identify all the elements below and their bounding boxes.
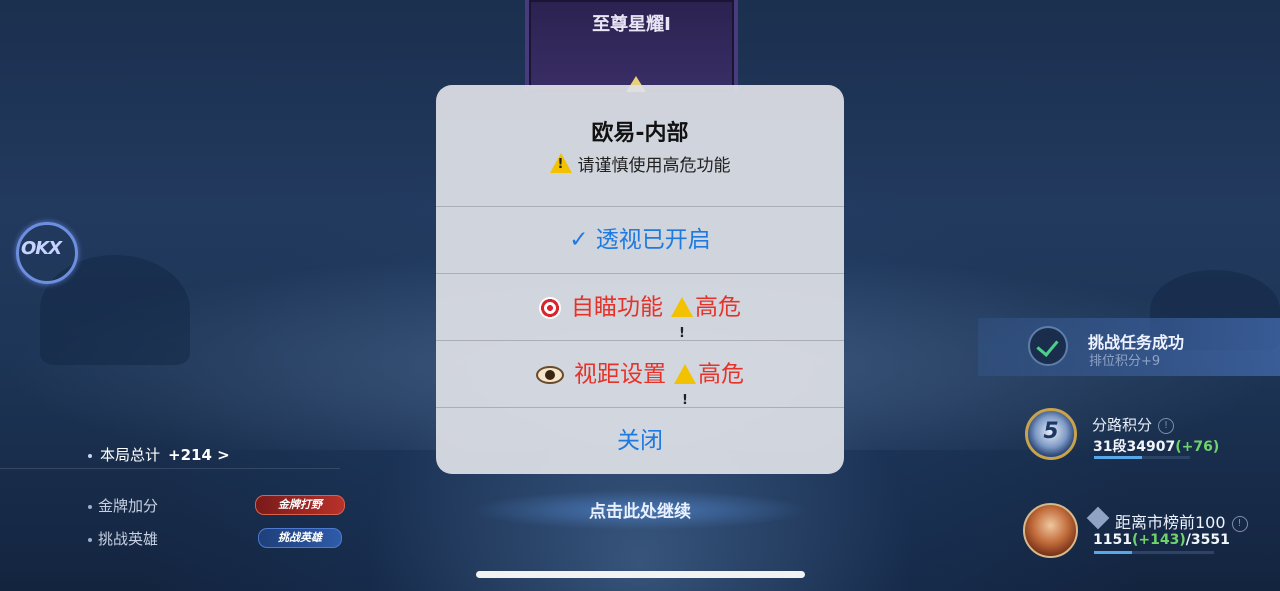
bullet-icon	[88, 537, 92, 542]
home-indicator[interactable]	[476, 571, 805, 578]
city-rank-title: 距离市榜前100!	[1115, 509, 1248, 533]
target-icon	[539, 296, 561, 319]
challenge-subtitle: 排位积分+9	[1089, 354, 1161, 369]
continue-prompt[interactable]: 点击此处继续	[540, 497, 740, 522]
lane-score-value: 31段34907(+76)	[1093, 436, 1219, 456]
warning-icon	[549, 153, 572, 173]
lane-score-number: 31段34907	[1093, 439, 1176, 455]
aimbot-button[interactable]: 自瞄功能 高危	[436, 273, 844, 367]
challenge-check-icon	[1028, 326, 1068, 366]
esp-toggle-button[interactable]: ✓ 透视已开启	[436, 206, 844, 272]
stat-row-challenge: 挑战英雄	[88, 528, 158, 549]
challenge-hero-badge: 挑战英雄	[258, 528, 342, 548]
fov-settings-button[interactable]: 视距设置 高危	[436, 340, 844, 434]
alert-title: 欧易-内部	[591, 121, 689, 146]
alert-dialog: 欧易-内部 请谨慎使用高危功能 ✓ 透视已开启 自瞄功能高危 视距设置高危 关闭	[436, 85, 844, 474]
aimbot-label: 自瞄功能	[571, 294, 663, 321]
city-rank-icon	[1086, 506, 1110, 530]
lane-score-bar	[1094, 456, 1190, 459]
info-icon[interactable]: !	[1231, 515, 1248, 532]
alert-header: 欧易-内部 请谨慎使用高危功能	[436, 85, 844, 206]
warning-icon	[671, 297, 693, 367]
lane-score-title: 分路积分!	[1092, 414, 1175, 435]
close-button[interactable]: 关闭	[436, 407, 844, 473]
fov-risk-tag: 高危	[698, 361, 744, 388]
city-score-delta: (+143)	[1131, 532, 1186, 548]
alert-message-text: 请谨慎使用高危功能	[577, 156, 731, 176]
bullet-icon	[88, 453, 92, 458]
lane-score-label: 分路积分	[1092, 416, 1153, 434]
city-score-total: /3551	[1185, 532, 1230, 548]
eye-icon	[536, 365, 564, 384]
city-rank-score: 1151(+143)/3551	[1093, 532, 1230, 548]
stat-row-label: 金牌加分	[98, 497, 159, 515]
match-total[interactable]: 本局总计 +214 >	[88, 444, 388, 465]
hero-avatar	[1023, 503, 1078, 558]
alert-message: 请谨慎使用高危功能	[436, 151, 844, 176]
match-total-label: 本局总计	[100, 446, 161, 464]
bullet-icon	[88, 504, 92, 509]
lane-emblem-number: 5	[1043, 419, 1059, 444]
city-rank-bar	[1094, 551, 1214, 554]
warning-icon	[674, 364, 696, 434]
lane-score-delta: (+76)	[1175, 439, 1220, 455]
lane-rank-emblem-icon: 5	[1025, 408, 1077, 460]
city-rank-label: 距离市榜前100	[1115, 513, 1226, 532]
gold-jungle-badge: 金牌打野	[255, 495, 345, 515]
city-score-number: 1151	[1093, 532, 1132, 548]
info-icon[interactable]: !	[1158, 417, 1175, 434]
stat-row-gold: 金牌加分	[88, 495, 158, 516]
stat-row-label: 挑战英雄	[98, 530, 159, 548]
stats-divider	[0, 468, 340, 469]
fov-label: 视距设置	[574, 361, 666, 388]
okx-logo-text: OKX	[21, 238, 62, 259]
rank-title: 至尊星耀Ⅰ	[592, 14, 671, 35]
aimbot-risk-tag: 高危	[695, 294, 741, 321]
match-total-value: +214 >	[168, 446, 230, 464]
